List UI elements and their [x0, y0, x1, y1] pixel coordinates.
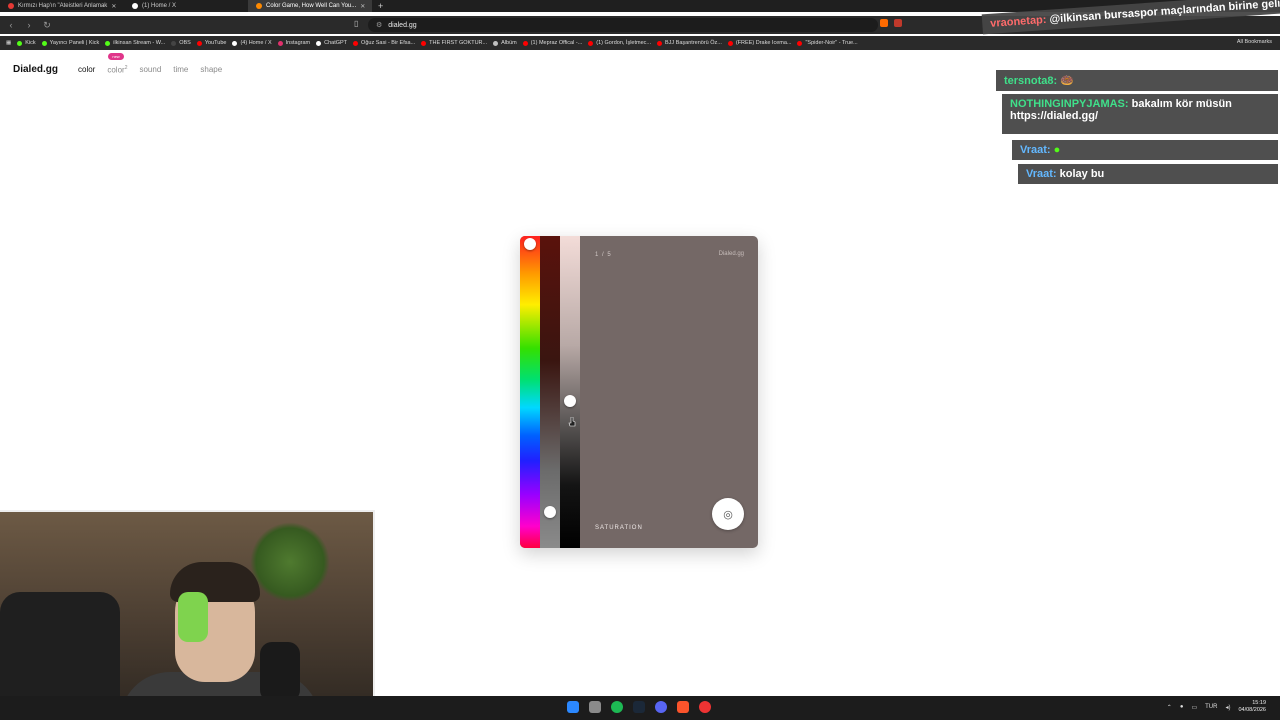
mode-label: SATURATION [595, 525, 643, 531]
taskbar-apps [567, 701, 711, 713]
bookmark-item[interactable]: Oğuz Sasi - Bir Efsa... [353, 40, 415, 46]
chevron-up-icon[interactable]: ⌃ [1167, 704, 1172, 711]
forward-icon[interactable]: › [22, 20, 36, 30]
url-text: dialed.gg [388, 21, 417, 29]
site-nav: color new color2 sound time shape [78, 53, 222, 75]
volume-icon[interactable]: ◂) [1225, 704, 1230, 711]
color-game-card: 1 / 5 Dialed.gg SATURATION ◎ [520, 236, 758, 548]
microphone-icon [260, 642, 300, 702]
webcam-overlay [0, 510, 375, 720]
apps-icon[interactable]: ▦ [6, 40, 11, 46]
chat-username: NOTHINGINPYJAMAS: [1010, 98, 1129, 110]
saturation-slider[interactable] [540, 236, 560, 548]
url-input[interactable]: ⚙ dialed.gg [368, 18, 878, 32]
bookmark-item[interactable]: (4) Home / X [232, 40, 272, 46]
nav-time[interactable]: time [173, 65, 188, 75]
spotify-icon[interactable] [611, 701, 623, 713]
system-tray: ⌃ ● ▭ TUR ◂) 15:19 04/08/2026 [1167, 700, 1266, 714]
tab-title: Color Game, How Well Can You... [266, 3, 357, 9]
bookmark-item[interactable]: ChatGPT [316, 40, 347, 46]
reload-icon[interactable]: ↻ [40, 20, 54, 31]
chat-message: vraonetap: @ilkinsan bursaspor maçlarınd… [981, 0, 1280, 35]
nav-color2-sup: 2 [124, 65, 128, 71]
submit-button[interactable]: ◎ [712, 498, 744, 530]
bookmark-icon[interactable]: ▯ [354, 19, 358, 28]
nav-color2[interactable]: new color2 [107, 53, 128, 75]
bookmark-item[interactable]: (FREE) Drake Icema... [727, 40, 791, 46]
bookmark-item[interactable]: Yayıncı Paneli | Kick [41, 40, 99, 46]
hue-slider-handle[interactable] [524, 238, 536, 250]
emote-icon: ● [1053, 144, 1061, 156]
network-icon[interactable]: ▭ [1191, 704, 1197, 711]
hue-slider[interactable] [520, 236, 540, 548]
bookmark-item[interactable]: ilkinsan Stream - W... [105, 40, 165, 46]
obs-icon[interactable] [699, 701, 711, 713]
bookmark-item[interactable]: THE FIRST GOKTUR... [421, 40, 487, 46]
chat-username: vraonetap: [989, 13, 1047, 30]
windows-taskbar: ⌃ ● ▭ TUR ◂) 15:19 04/08/2026 [0, 696, 1280, 720]
windows-start-icon[interactable] [567, 701, 579, 713]
tab-color-game[interactable]: Color Game, How Well Can You... ✕ [248, 0, 372, 12]
chat-message: tersnota8: 🍩 [996, 70, 1278, 91]
hand-cursor-icon [568, 417, 576, 427]
clock-date: 04/08/2026 [1238, 707, 1266, 713]
chat-username: tersnota8: [1004, 75, 1058, 87]
lang-indicator[interactable]: TUR [1205, 704, 1217, 710]
emote-icon: 🍩 [1060, 75, 1074, 87]
site-icon [256, 3, 262, 9]
bookmark-item[interactable]: "Spider-Noir" - True... [797, 40, 858, 46]
microphone-icon[interactable]: ● [1180, 704, 1184, 710]
card-brand: Dialed.gg [718, 251, 744, 257]
chat-username: Vraat: [1026, 168, 1057, 180]
tab-kirmizi-hap[interactable]: Kırmızı Hap'ın "Ateistleri Anlamak ✕ [0, 0, 124, 12]
discord-icon[interactable] [655, 701, 667, 713]
chat-message: Vraat: kolay bu [1018, 164, 1278, 184]
chat-message: Vraat: ● [1012, 140, 1278, 160]
back-icon[interactable]: ‹ [4, 20, 18, 30]
chat-text: @ilkinsan bursaspor maçlarından birine g… [1049, 0, 1280, 26]
task-view-icon[interactable] [589, 701, 601, 713]
extension-icons [880, 19, 902, 27]
bookmark-item[interactable]: Instagram [277, 40, 310, 46]
clock[interactable]: 15:19 04/08/2026 [1238, 700, 1266, 714]
chat-text: kolay bu [1059, 168, 1105, 180]
site-logo[interactable]: Dialed.gg [13, 64, 58, 75]
headset-icon [178, 592, 208, 642]
close-tab-icon[interactable]: ✕ [360, 3, 365, 10]
nav-color2-label: color [107, 65, 125, 75]
x-icon [132, 3, 138, 9]
brave-icon[interactable] [880, 19, 888, 27]
steam-icon[interactable] [633, 701, 645, 713]
close-tab-icon[interactable]: ✕ [111, 3, 116, 10]
stream-chat-overlay: vraonetap: @ilkinsan bursaspor maçlarınd… [981, 0, 1280, 200]
youtube-icon [8, 3, 14, 9]
brightness-slider-handle[interactable] [564, 395, 576, 407]
bookmark-item[interactable]: Albüm [493, 40, 517, 46]
round-progress: 1 / 5 [595, 252, 612, 258]
plus-icon[interactable]: + [372, 1, 389, 11]
bookmark-item[interactable]: OBS [171, 40, 191, 46]
nav-color[interactable]: color [78, 65, 95, 75]
clock-time: 15:19 [1252, 700, 1266, 706]
chat-message: NOTHINGINPYJAMAS: bakalım kör müsün http… [1002, 94, 1278, 134]
bookmark-item[interactable]: Kick [17, 40, 36, 46]
site-info-icon[interactable]: ⚙ [376, 21, 382, 29]
nav-sound[interactable]: sound [139, 65, 161, 75]
tab-title: (1) Home / X [142, 3, 177, 9]
new-badge: new [108, 53, 124, 60]
bookmark-item[interactable]: (1) Gordon, İşletmec... [588, 40, 651, 46]
chat-username: Vraat: [1020, 144, 1051, 156]
fingerprint-icon: ◎ [723, 508, 733, 521]
bookmark-item[interactable]: (1) Mepraz Offical -... [522, 40, 582, 46]
bookmark-item[interactable]: BJJ Başantrenörü Öz... [657, 40, 722, 46]
saturation-slider-handle[interactable] [544, 506, 556, 518]
brightness-slider[interactable] [560, 236, 580, 548]
tab-title: Kırmızı Hap'ın "Ateistleri Anlamak [18, 3, 108, 9]
bookmark-item[interactable]: YouTube [196, 40, 226, 46]
brave-icon[interactable] [677, 701, 689, 713]
webcam-plant [250, 522, 330, 602]
rewards-icon[interactable] [894, 19, 902, 27]
nav-shape[interactable]: shape [200, 65, 222, 75]
tab-home-x[interactable]: (1) Home / X [124, 0, 248, 12]
